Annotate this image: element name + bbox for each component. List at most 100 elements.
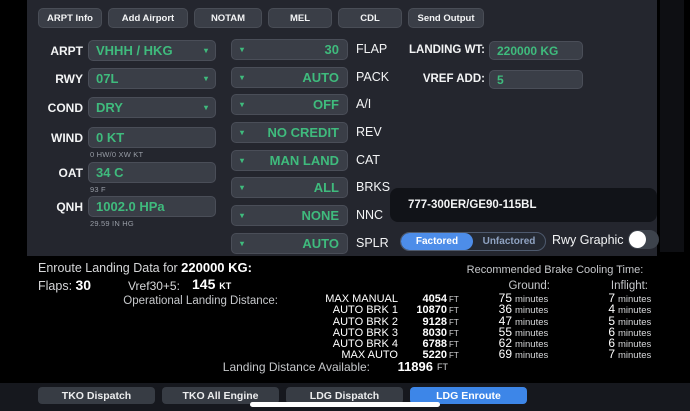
chevron-down-icon: ▾ <box>240 129 244 137</box>
minutes-unit: minutes <box>512 339 552 350</box>
table-row: MAX MANUAL4054FT75minutes7minutes <box>280 293 651 304</box>
cat-dropdown[interactable]: ▾MAN LAND <box>231 150 348 171</box>
lda-label: Landing Distance Available: <box>130 360 370 374</box>
nnc-value: NONE <box>301 208 339 223</box>
minutes-unit: minutes <box>615 328 651 339</box>
operational-distance-label: Operational Landing Distance: <box>38 295 278 307</box>
anti-ice-label: A/I <box>356 97 416 111</box>
row-inflight-minutes: 7 <box>552 293 615 304</box>
send-output-button[interactable]: Send Output <box>408 8 484 28</box>
landing-wt-input[interactable]: 220000 KG <box>489 41 583 60</box>
table-row: AUTO BRK 38030FT55minutes6minutes <box>280 327 651 338</box>
unfactored-option[interactable]: Unfactored <box>473 233 545 250</box>
cat-label: CAT <box>356 153 416 167</box>
minutes-unit: minutes <box>512 328 552 339</box>
rwy-graphic-toggle[interactable] <box>628 230 659 249</box>
wind-label: WIND <box>27 131 83 145</box>
arpt-label: ARPT <box>27 44 83 58</box>
arpt-info-button[interactable]: ARPT Info <box>38 8 102 28</box>
row-inflight-minutes: 6 <box>552 338 615 349</box>
anti-ice-dropdown[interactable]: ▾OFF <box>231 94 348 115</box>
wind-input[interactable]: 0 KT <box>88 127 216 148</box>
home-indicator[interactable] <box>250 402 440 407</box>
brks-value: ALL <box>314 180 339 195</box>
row-ground-minutes: 69 <box>465 349 512 360</box>
rev-value: NO CREDIT <box>268 125 340 140</box>
row-distance-unit: FT <box>447 350 465 361</box>
factored-option[interactable]: Factored <box>401 233 473 250</box>
flaps-readout-label: Flaps: <box>38 279 76 293</box>
ground-column-header: Ground: <box>480 280 550 292</box>
rev-label: REV <box>356 125 416 139</box>
row-inflight-minutes: 6 <box>552 327 615 338</box>
minutes-unit: minutes <box>615 350 651 361</box>
row-distance-unit: FT <box>447 294 465 305</box>
flaps-readout-value: 30 <box>76 277 92 293</box>
chevron-down-icon: ▾ <box>240 157 244 165</box>
aircraft-type: 777-300ER/GE90-115BL <box>408 199 537 211</box>
flap-value: 30 <box>325 42 339 57</box>
chevron-down-icon: ▾ <box>240 74 244 82</box>
results-title-prefix: Enroute Landing Data for <box>38 261 181 275</box>
results-title: Enroute Landing Data for 220000 KG: <box>38 260 252 275</box>
nnc-dropdown[interactable]: ▾NONE <box>231 205 348 226</box>
row-distance: 10870 <box>398 305 447 316</box>
cdl-button[interactable]: CDL <box>338 8 402 28</box>
chevron-down-icon: ▾ <box>240 184 244 192</box>
row-distance-unit: FT <box>447 305 465 316</box>
qnh-input[interactable]: 1002.0 HPa <box>88 196 216 217</box>
top-toolbar: ARPT Info Add Airport NOTAM MEL CDL Send… <box>38 8 484 28</box>
row-distance-unit: FT <box>447 339 465 350</box>
rwy-dropdown[interactable]: 07L▾ <box>88 68 216 89</box>
cond-dropdown[interactable]: DRY▾ <box>88 97 216 118</box>
mel-button[interactable]: MEL <box>268 8 332 28</box>
app-screen: ARPT Info Add Airport NOTAM MEL CDL Send… <box>0 0 690 411</box>
splr-dropdown[interactable]: ▾AUTO <box>231 233 348 254</box>
vref-readout-value: 145 KT <box>192 276 231 292</box>
lda-value: 11896 <box>375 359 433 374</box>
vref-add-label: VREF ADD: <box>370 73 485 85</box>
row-distance-unit: FT <box>447 317 465 328</box>
row-inflight-minutes: 5 <box>552 316 615 327</box>
vref-add-value: 5 <box>497 73 504 87</box>
oat-input[interactable]: 34 C <box>88 162 216 183</box>
row-inflight-minutes: 7 <box>552 349 615 360</box>
pack-dropdown[interactable]: ▾ AUTO <box>231 67 348 88</box>
qnh-inhg: 29.59 IN HG <box>90 219 134 228</box>
pack-value: AUTO <box>302 70 339 85</box>
rev-dropdown[interactable]: ▾ NO CREDIT <box>231 122 348 143</box>
vref-add-input[interactable]: 5 <box>489 70 583 89</box>
table-row: AUTO BRK 29128FT47minutes5minutes <box>280 316 651 327</box>
notam-button[interactable]: NOTAM <box>194 8 262 28</box>
minutes-unit: minutes <box>615 317 651 328</box>
brake-cooling-title: Recommended Brake Cooling Time: <box>450 264 660 276</box>
splr-value: AUTO <box>302 236 339 251</box>
minutes-unit: minutes <box>512 305 552 316</box>
rwy-graphic-label: Rwy Graphic <box>552 233 624 247</box>
lda-unit: FT <box>437 362 448 372</box>
vref-number: 145 <box>192 276 219 292</box>
chevron-down-icon: ▾ <box>240 101 244 109</box>
arpt-dropdown[interactable]: VHHH / HKG▾ <box>88 40 216 61</box>
flaps-readout: Flaps: 30 <box>38 277 91 293</box>
minutes-unit: minutes <box>615 339 651 350</box>
row-inflight-minutes: 4 <box>552 304 615 315</box>
table-row: AUTO BRK 46788FT62minutes6minutes <box>280 338 651 349</box>
distance-table: MAX MANUAL4054FT75minutes7minutes AUTO B… <box>280 293 651 361</box>
chevron-down-icon: ▾ <box>204 75 208 83</box>
oat-value: 34 C <box>96 165 123 180</box>
row-name: AUTO BRK 1 <box>280 305 398 316</box>
minutes-unit: minutes <box>512 317 552 328</box>
landing-wt-label: LANDING WT: <box>370 44 485 56</box>
results-title-weight: 220000 KG: <box>181 260 252 275</box>
factored-segmented-control: Factored Unfactored <box>400 232 546 251</box>
minutes-unit: minutes <box>615 305 651 316</box>
tab-tko-dispatch[interactable]: TKO Dispatch <box>38 387 155 404</box>
brks-dropdown[interactable]: ▾ ALL <box>231 177 348 198</box>
flap-dropdown[interactable]: ▾30 <box>231 39 348 60</box>
cond-value: DRY <box>96 100 123 115</box>
aircraft-selector[interactable]: 777-300ER/GE90-115BL <box>390 188 657 222</box>
panel-right-bleed <box>660 0 684 252</box>
add-airport-button[interactable]: Add Airport <box>108 8 188 28</box>
vref-readout-label: Vref30+5: <box>128 279 180 293</box>
